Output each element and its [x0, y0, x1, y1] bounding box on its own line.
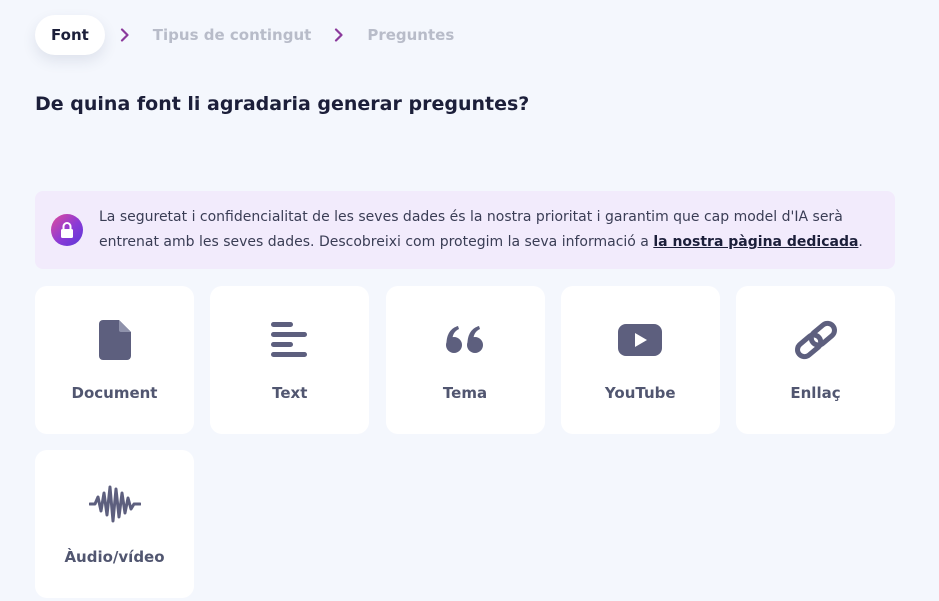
lock-icon [51, 214, 83, 246]
page-title: De quina font li agradaria generar pregu… [35, 93, 530, 115]
notice-suffix: . [858, 234, 863, 250]
source-card-link[interactable]: Enllaç [736, 286, 895, 434]
privacy-page-link[interactable]: la nostra pàgina dedicada [653, 234, 858, 250]
source-card-audio-video[interactable]: Àudio/vídeo [35, 450, 194, 598]
stepper: Font Tipus de contingut Preguntes [35, 15, 462, 55]
source-card-label: YouTube [604, 384, 676, 402]
link-icon [790, 318, 842, 362]
source-card-label: Text [272, 384, 308, 402]
chevron-right-icon [319, 28, 359, 42]
source-card-label: Enllaç [790, 384, 841, 402]
source-card-label: Document [71, 384, 158, 402]
audio-wave-icon [88, 482, 141, 526]
source-card-document[interactable]: Document [35, 286, 194, 434]
step-content-type[interactable]: Tipus de contingut [145, 26, 320, 44]
youtube-icon [614, 318, 666, 362]
source-card-label: Àudio/vídeo [64, 548, 165, 566]
step-font[interactable]: Font [35, 15, 105, 55]
step-questions[interactable]: Preguntes [359, 26, 462, 44]
chevron-right-icon [105, 28, 145, 42]
source-card-text[interactable]: Text [210, 286, 370, 434]
privacy-notice-text: La seguretat i confidencialitat de les s… [99, 205, 879, 255]
source-grid: Document Text Tema YouTube Enllaç Àudio/… [35, 286, 895, 598]
quote-icon [439, 318, 491, 362]
text-lines-icon [264, 318, 316, 362]
source-card-topic[interactable]: Tema [385, 286, 545, 434]
source-card-youtube[interactable]: YouTube [560, 286, 720, 434]
document-icon [89, 318, 141, 362]
source-card-label: Tema [442, 384, 488, 402]
privacy-notice: La seguretat i confidencialitat de les s… [35, 191, 895, 269]
